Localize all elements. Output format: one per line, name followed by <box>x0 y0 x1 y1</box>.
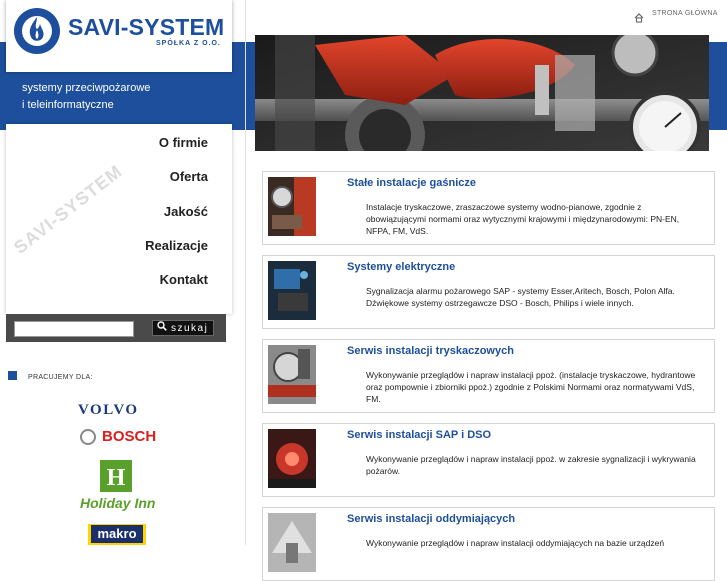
logo[interactable]: SAVI-SYSTEM SPÓŁKA Z O.O. <box>6 0 232 72</box>
service-thumbnail-valves <box>268 345 316 404</box>
nav-item-jakosc[interactable]: Jakość <box>164 204 208 219</box>
service-title[interactable]: Serwis instalacji SAP i DSO <box>347 429 491 441</box>
bosch-armature-icon <box>80 429 96 445</box>
home-icon[interactable] <box>634 8 644 27</box>
svg-text:H: H <box>107 465 126 491</box>
brand-name: SAVI-SYSTEM <box>68 14 225 40</box>
header-band-right <box>713 42 727 130</box>
nav-item-o-firmie[interactable]: O firmie <box>159 135 208 150</box>
service-description: Instalacje tryskaczowe, zraszaczowe syst… <box>366 202 680 236</box>
nav-item-kontakt[interactable]: Kontakt <box>160 272 208 287</box>
service-card-serwis-sap-dso: Serwis instalacji SAP i DSO Wykonywanie … <box>262 423 715 497</box>
service-title[interactable]: Serwis instalacji oddymiających <box>347 513 515 525</box>
service-card-stale-instalacje: Stałe instalacje gaśnicze Instalacje try… <box>262 171 715 245</box>
service-description: Wykonywanie przeglądów i napraw instalac… <box>366 454 696 476</box>
service-card-serwis-tryskaczowych: Serwis instalacji tryskaczowych Wykonywa… <box>262 339 715 413</box>
service-description: Wykonywanie przeglądów i napraw instalac… <box>366 370 696 404</box>
service-thumbnail-electronics <box>268 261 316 320</box>
tagline-line-2: i teleinformatyczne <box>22 99 114 111</box>
service-title[interactable]: Serwis instalacji tryskaczowych <box>347 345 514 357</box>
sidebar: SAVI-SYSTEM SPÓŁKA Z O.O. systemy przeci… <box>6 0 232 545</box>
service-description: Wykonywanie przeglądów i napraw instalac… <box>366 538 665 548</box>
service-title[interactable]: Systemy elektryczne <box>347 261 455 273</box>
makro-logo-text: makro <box>91 525 143 543</box>
flame-logo-icon <box>14 8 60 54</box>
search-bar: szukaj <box>6 314 226 342</box>
holiday-inn-logo[interactable]: Holiday Inn <box>80 495 155 511</box>
service-title[interactable]: Stałe instalacje gaśnicze <box>347 177 476 189</box>
hero-banner-image <box>255 35 709 151</box>
holiday-inn-h-icon: H <box>100 460 132 492</box>
partners-heading: PRACUJEMY DLA: <box>28 374 93 381</box>
nav-item-oferta[interactable]: Oferta <box>170 169 208 184</box>
makro-logo[interactable]: makro <box>88 524 146 545</box>
bosch-logo-text: BOSCH <box>102 428 157 445</box>
search-icon <box>157 321 171 337</box>
tagline-line-1: systemy przeciwpożarowe <box>22 82 151 94</box>
volvo-logo[interactable]: VOLVO <box>78 402 139 419</box>
brand-watermark: SAVI-SYSTEM <box>10 160 127 258</box>
service-thumbnail-smoke-vent <box>268 513 316 572</box>
partners-bullet-icon <box>8 371 17 380</box>
service-thumbnail-sprinkler <box>268 177 316 236</box>
tagline: systemy przeciwpożarowe i teleinformatyc… <box>22 80 222 114</box>
search-button[interactable]: szukaj <box>152 320 214 336</box>
service-description: Sygnalizacja alarmu pożarowego SAP - sys… <box>366 286 675 308</box>
search-input[interactable] <box>14 321 134 337</box>
search-button-label: szukaj <box>171 323 209 334</box>
service-card-systemy-elektryczne: Systemy elektryczne Sygnalizacja alarmu … <box>262 255 715 329</box>
service-card-serwis-oddymiajacych: Serwis instalacji oddymiających Wykonywa… <box>262 507 715 581</box>
home-link[interactable]: STRONA GŁÓWNA <box>652 10 718 17</box>
content-divider <box>245 0 246 545</box>
brand-subname: SPÓŁKA Z O.O. <box>156 40 221 47</box>
main-nav: SAVI-SYSTEM O firmie Oferta Jakość Reali… <box>6 124 232 314</box>
nav-item-realizacje[interactable]: Realizacje <box>145 238 208 253</box>
service-thumbnail-detector <box>268 429 316 488</box>
